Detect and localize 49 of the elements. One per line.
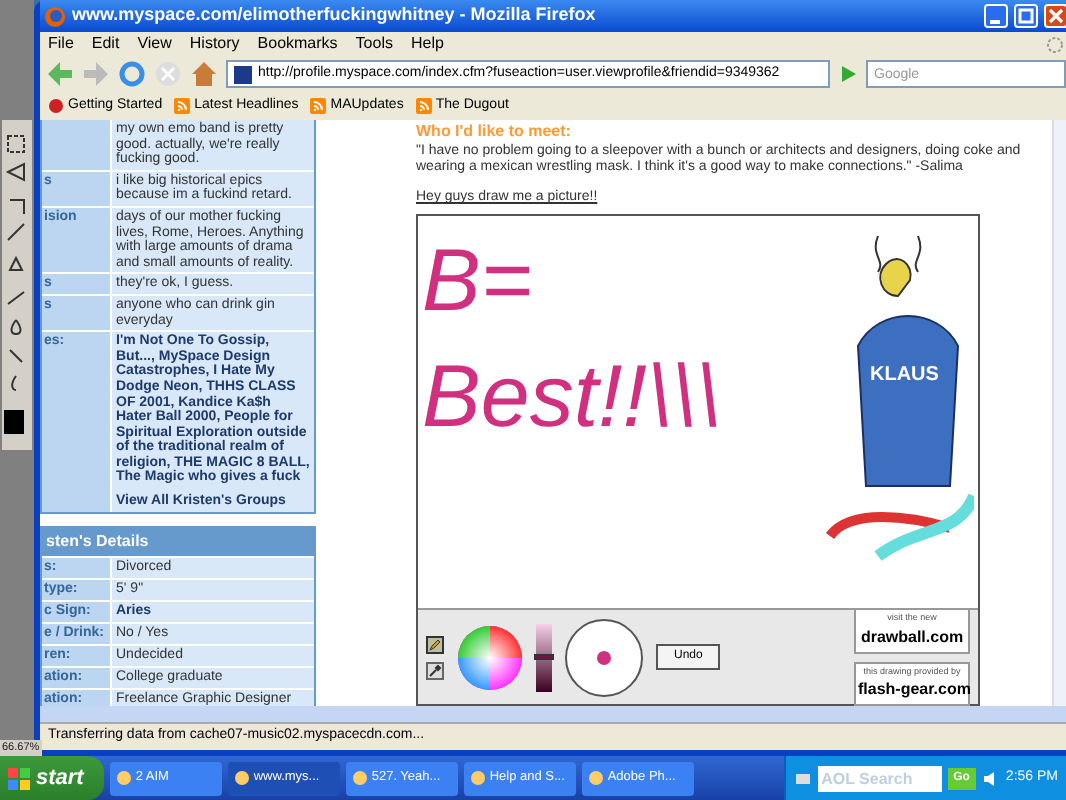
handwritten-text: B= (422, 229, 535, 333)
maximize-icon (1018, 8, 1034, 24)
section-header: sten's Details (42, 527, 314, 556)
close-icon (1048, 8, 1064, 24)
eyedropper-tool-button[interactable] (426, 661, 444, 679)
handwritten-text: Best!!\\\ (422, 345, 721, 449)
promo-site: flash-gear.com (858, 678, 966, 703)
throbber-icon (1046, 35, 1064, 53)
window-title: www.myspace.com/elimotherfuckingwhitney - Mozilla Firefox (72, 2, 598, 29)
menu-item[interactable]: Edit (91, 32, 120, 56)
menu-item[interactable]: Tools (355, 32, 393, 56)
app-icon (469, 770, 486, 786)
forward-icon[interactable] (82, 60, 110, 88)
feed-icon (310, 98, 327, 114)
slider-thumb[interactable] (534, 654, 554, 660)
figure-label: KLAUS (870, 361, 939, 389)
app-icon (233, 770, 250, 786)
pencil-tool-button[interactable] (426, 635, 444, 653)
app-icon (587, 770, 604, 786)
brush-size-preview (564, 617, 644, 697)
promo-site: drawball.com (858, 625, 966, 649)
home-icon[interactable] (190, 60, 218, 88)
app-icon (115, 770, 132, 786)
feed-icon (174, 98, 191, 114)
menu-item[interactable]: Bookmarks (257, 32, 338, 56)
color-wheel[interactable] (456, 623, 524, 691)
close-button[interactable] (1044, 4, 1066, 28)
section-heading: Who I'd like to meet: (416, 120, 573, 143)
brightness-slider[interactable] (536, 623, 552, 691)
site-icon (234, 65, 252, 83)
menu-item[interactable]: History (189, 32, 240, 56)
menu-item[interactable]: View (137, 32, 172, 56)
reload-icon[interactable] (118, 60, 146, 88)
firefox-icon (44, 5, 66, 27)
minimize-button[interactable] (984, 4, 1008, 28)
start-button[interactable]: start (0, 756, 104, 800)
menu-item[interactable]: Help (410, 32, 444, 56)
aol-search-field[interactable]: AOL Search (817, 765, 942, 791)
back-icon[interactable] (46, 60, 74, 88)
bookmark-icon (48, 98, 64, 114)
feed-icon (415, 98, 432, 114)
horizontal-scrollbar[interactable] (40, 706, 1066, 722)
menu-item[interactable]: File (48, 32, 74, 56)
go-icon[interactable] (838, 64, 858, 84)
app-icon (351, 770, 368, 786)
windows-logo-icon (8, 767, 30, 789)
speaker-icon (981, 769, 1000, 787)
maximize-button[interactable] (1014, 4, 1038, 28)
vertical-scrollbar[interactable] (1052, 120, 1066, 706)
